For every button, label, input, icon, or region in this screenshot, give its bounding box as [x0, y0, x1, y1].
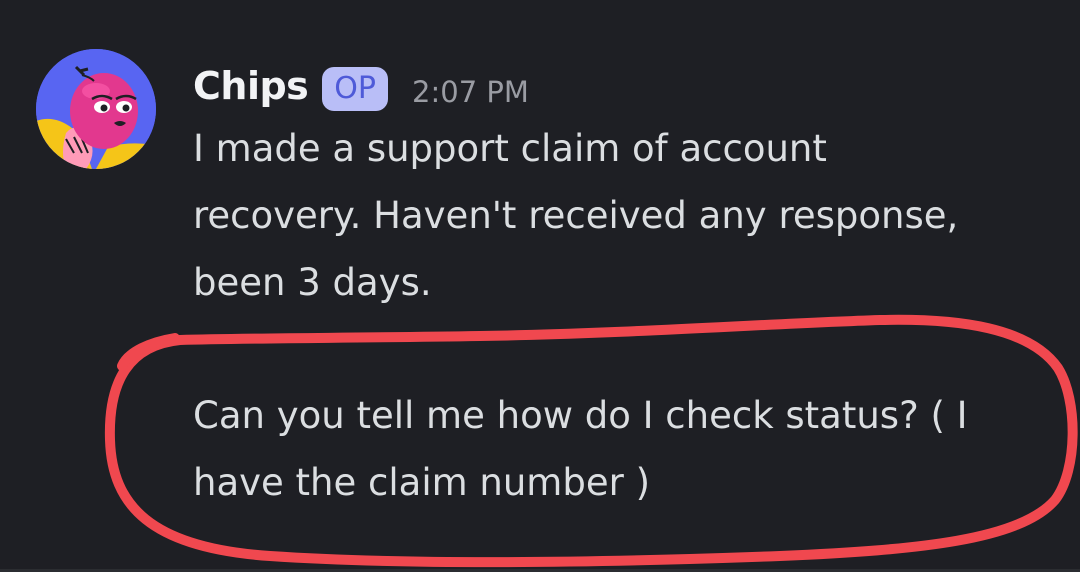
message-header: Chips OP 2:07 PM — [193, 58, 529, 114]
message-line: I made a support claim of account — [193, 127, 827, 170]
message-paragraph-1: I made a support claim of account recover… — [193, 115, 958, 316]
message-line: been 3 days. — [193, 261, 432, 304]
avatar-character-icon — [36, 49, 156, 169]
username[interactable]: Chips — [193, 64, 309, 108]
op-badge: OP — [322, 67, 389, 111]
timestamp[interactable]: 2:07 PM — [412, 75, 529, 109]
message-paragraph-2: Can you tell me how do I check status? (… — [193, 382, 968, 516]
message-line: have the claim number ) — [193, 461, 651, 504]
message-line: Can you tell me how do I check status? (… — [193, 394, 968, 437]
chat-message: Chips OP 2:07 PM I made a support claim … — [0, 0, 1080, 572]
message-line: recovery. Haven't received any response, — [193, 194, 959, 237]
user-avatar[interactable] — [36, 49, 156, 169]
